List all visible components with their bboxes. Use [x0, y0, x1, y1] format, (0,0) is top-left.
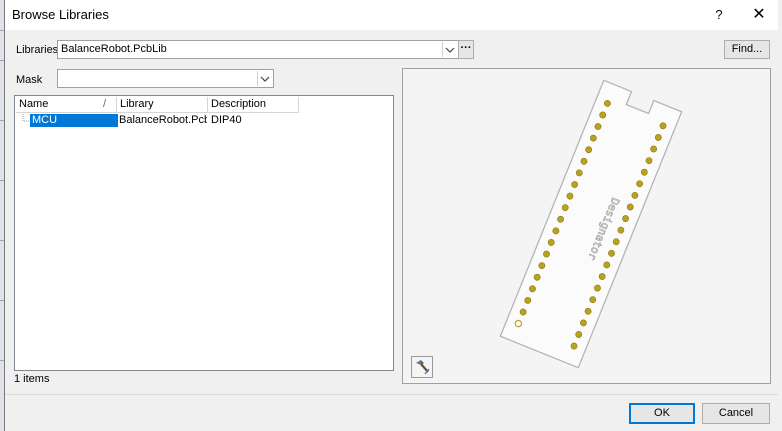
dialog-title: Browse Libraries	[12, 7, 109, 22]
ok-button[interactable]: OK	[629, 403, 695, 424]
sort-indicator: /	[103, 98, 107, 110]
footer-divider	[5, 394, 778, 395]
hammer-icon[interactable]	[411, 356, 433, 378]
footprint-drawing: Designator	[499, 79, 683, 369]
column-header-label: Name	[19, 98, 49, 110]
item-count: 1 items	[14, 373, 50, 385]
cancel-button[interactable]: Cancel	[702, 403, 770, 424]
mask-label: Mask	[16, 74, 43, 86]
more-libraries-button[interactable]: ···	[458, 40, 474, 59]
chevron-down-icon[interactable]	[257, 71, 272, 86]
footprint-preview: Designator	[402, 68, 771, 384]
browse-libraries-dialog: Browse Libraries ? ✕ Libraries BalanceRo…	[4, 0, 782, 431]
close-button[interactable]: ✕	[745, 4, 773, 26]
help-button[interactable]: ?	[707, 4, 731, 26]
component-list[interactable]: Name / Library Description MCU BalanceRo…	[14, 95, 394, 371]
find-button[interactable]: Find...	[724, 40, 770, 59]
row-name-cell[interactable]: MCU	[30, 114, 118, 127]
table-row[interactable]: MCU BalanceRobot.PcbL DIP40	[16, 114, 316, 127]
mask-combo[interactable]	[57, 69, 274, 88]
chevron-down-icon[interactable]	[442, 42, 457, 57]
column-header-library[interactable]: Library	[117, 97, 208, 113]
row-library-cell: BalanceRobot.PcbL	[119, 114, 207, 126]
component-outline	[499, 79, 683, 369]
column-header-description[interactable]: Description	[208, 97, 299, 113]
row-description-cell: DIP40	[211, 114, 242, 126]
libraries-combo-value: BalanceRobot.PcbLib	[61, 43, 167, 55]
libraries-label: Libraries	[16, 44, 59, 56]
libraries-combo[interactable]: BalanceRobot.PcbLib	[57, 40, 459, 59]
column-header-name[interactable]: Name /	[16, 97, 117, 113]
title-bar: Browse Libraries ? ✕	[5, 0, 778, 30]
